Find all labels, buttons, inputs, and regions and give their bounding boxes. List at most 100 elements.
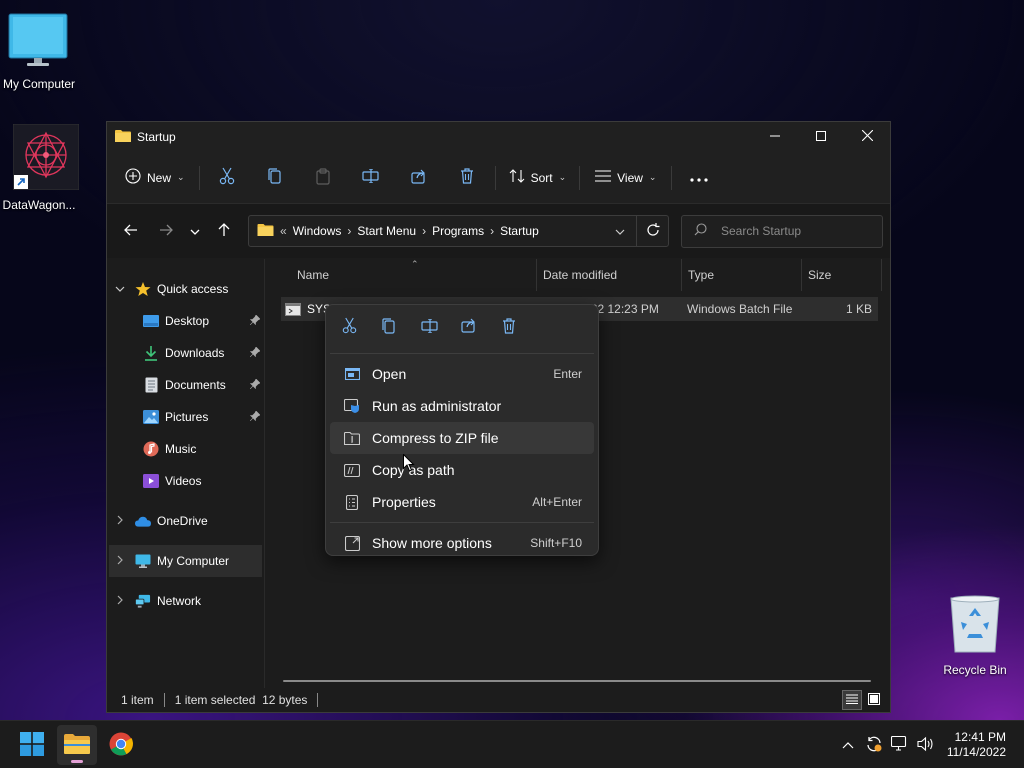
clock-time: 12:41 PM (954, 730, 1006, 744)
new-button[interactable]: New ⌄ (121, 162, 189, 194)
context-quick-actions (326, 305, 598, 349)
menu-item-open[interactable]: Open Enter (330, 358, 594, 390)
sort-button[interactable]: Sort ⌄ (503, 162, 573, 194)
volume-tray-button[interactable] (914, 733, 938, 757)
large-icons-view-button[interactable] (864, 690, 884, 710)
context-rename-button[interactable] (409, 311, 449, 343)
details-view-icon (846, 693, 858, 707)
menu-label: Show more options (372, 535, 492, 551)
pin-icon[interactable] (249, 345, 261, 360)
chevron-down-icon: ⌄ (558, 172, 567, 182)
menu-item-copy-as-path[interactable]: Copy as path (330, 454, 594, 486)
nav-item-network[interactable]: Network (107, 585, 264, 617)
close-button[interactable] (844, 122, 890, 152)
chevron-right-icon[interactable] (111, 595, 129, 608)
pin-icon[interactable] (249, 409, 261, 424)
menu-item-run-as-administrator[interactable]: Run as administrator (330, 390, 594, 422)
context-copy-button[interactable] (369, 311, 409, 343)
chevron-right-icon[interactable] (111, 555, 129, 568)
breadcrumb-start-menu[interactable]: Start Menu (357, 224, 416, 238)
forward-button[interactable] (150, 216, 182, 246)
nav-item-pictures[interactable]: Pictures (107, 401, 264, 433)
back-button[interactable] (115, 216, 147, 246)
nav-item-downloads[interactable]: Downloads (107, 337, 264, 369)
rename-button[interactable] (351, 162, 391, 194)
pin-icon[interactable] (249, 377, 261, 392)
recent-locations-button[interactable] (182, 216, 208, 246)
pin-icon[interactable] (249, 313, 261, 328)
nav-item-onedrive[interactable]: OneDrive (107, 505, 264, 537)
nav-item-my-computer[interactable]: My Computer (109, 545, 262, 577)
breadcrumb-startup[interactable]: Startup (500, 224, 539, 238)
view-button[interactable]: View ⌄ (587, 162, 664, 194)
taskbar-clock[interactable]: 12:41 PM 11/14/2022 (947, 730, 1006, 760)
new-label: New (147, 170, 172, 185)
chevron-right-icon[interactable] (111, 515, 129, 528)
column-header-date-modified[interactable]: Date modified (537, 259, 682, 291)
chevron-down-icon[interactable] (111, 283, 129, 295)
menu-divider (330, 522, 594, 523)
chevron-down-icon: ⌄ (648, 172, 657, 182)
start-button[interactable] (12, 725, 52, 765)
column-header-size[interactable]: Size (802, 259, 882, 291)
maximize-icon (816, 130, 826, 144)
desktop-icon-recycle-bin[interactable]: Recycle Bin (935, 594, 1015, 677)
desktop-icon-datawagon[interactable]: DataWagon... (0, 123, 80, 212)
context-cut-button[interactable] (329, 311, 369, 343)
horizontal-scrollbar[interactable] (283, 680, 871, 682)
nav-item-music[interactable]: Music (107, 433, 264, 465)
share-button[interactable] (399, 162, 439, 194)
nav-item-documents[interactable]: Documents (107, 369, 264, 401)
navigation-pane: Quick access Desktop Downloads Documents… (107, 259, 265, 688)
breadcrumb-overflow[interactable]: « (280, 224, 287, 238)
menu-item-show-more-options[interactable]: Show more options Shift+F10 (330, 527, 594, 559)
menu-divider (330, 353, 594, 354)
nav-label: Quick access (157, 282, 229, 296)
context-delete-button[interactable] (489, 311, 529, 343)
menu-shortcut: Alt+Enter (532, 495, 582, 509)
up-button[interactable] (208, 216, 240, 246)
breadcrumb-windows[interactable]: Windows (293, 224, 342, 238)
chevron-up-icon (842, 738, 854, 752)
details-view-button[interactable] (842, 690, 862, 710)
refresh-button[interactable] (636, 216, 668, 246)
network-icon (135, 593, 151, 609)
address-dropdown-button[interactable] (604, 224, 636, 238)
search-box[interactable]: Search Startup (681, 214, 883, 248)
maximize-button[interactable] (798, 122, 844, 152)
show-hidden-icons-button[interactable] (836, 733, 860, 757)
paste-button[interactable] (303, 162, 343, 194)
breadcrumb-programs[interactable]: Programs (432, 224, 484, 238)
shortcut-arrow-icon (14, 175, 28, 189)
chevron-right-icon: › (347, 224, 352, 238)
context-share-button[interactable] (449, 311, 489, 343)
cut-button[interactable] (207, 162, 247, 194)
taskbar-chrome[interactable] (101, 725, 141, 765)
nav-item-desktop[interactable]: Desktop (107, 305, 264, 337)
chevron-right-icon: › (422, 224, 427, 238)
desktop-icon-my-computer[interactable]: My Computer (0, 12, 79, 91)
copy-button[interactable] (255, 162, 295, 194)
update-tray-button[interactable] (862, 733, 886, 757)
network-monitor-icon (890, 735, 909, 755)
copy-path-icon (344, 462, 360, 478)
see-more-button[interactable] (679, 162, 719, 194)
taskbar-file-explorer[interactable] (57, 725, 97, 765)
address-bar[interactable]: « Windows › Start Menu › Programs › Star… (248, 215, 669, 247)
minimize-button[interactable] (752, 122, 798, 152)
nav-item-videos[interactable]: Videos (107, 465, 264, 497)
file-size: 1 KB (845, 302, 872, 316)
menu-item-compress-to-zip[interactable]: Compress to ZIP file (330, 422, 594, 454)
active-app-indicator (71, 760, 83, 763)
view-switcher (842, 690, 884, 710)
network-tray-button[interactable] (888, 733, 912, 757)
minimize-icon (770, 130, 780, 144)
title-bar[interactable]: Startup (107, 122, 890, 152)
share-icon (461, 318, 477, 336)
delete-button[interactable] (447, 162, 487, 194)
nav-item-quick-access[interactable]: Quick access (107, 273, 264, 305)
status-bar: 1 item 1 item selected 12 bytes (107, 688, 890, 712)
menu-item-properties[interactable]: Properties Alt+Enter (330, 486, 594, 518)
column-header-type[interactable]: Type (682, 259, 802, 291)
nav-label: Network (157, 594, 202, 608)
